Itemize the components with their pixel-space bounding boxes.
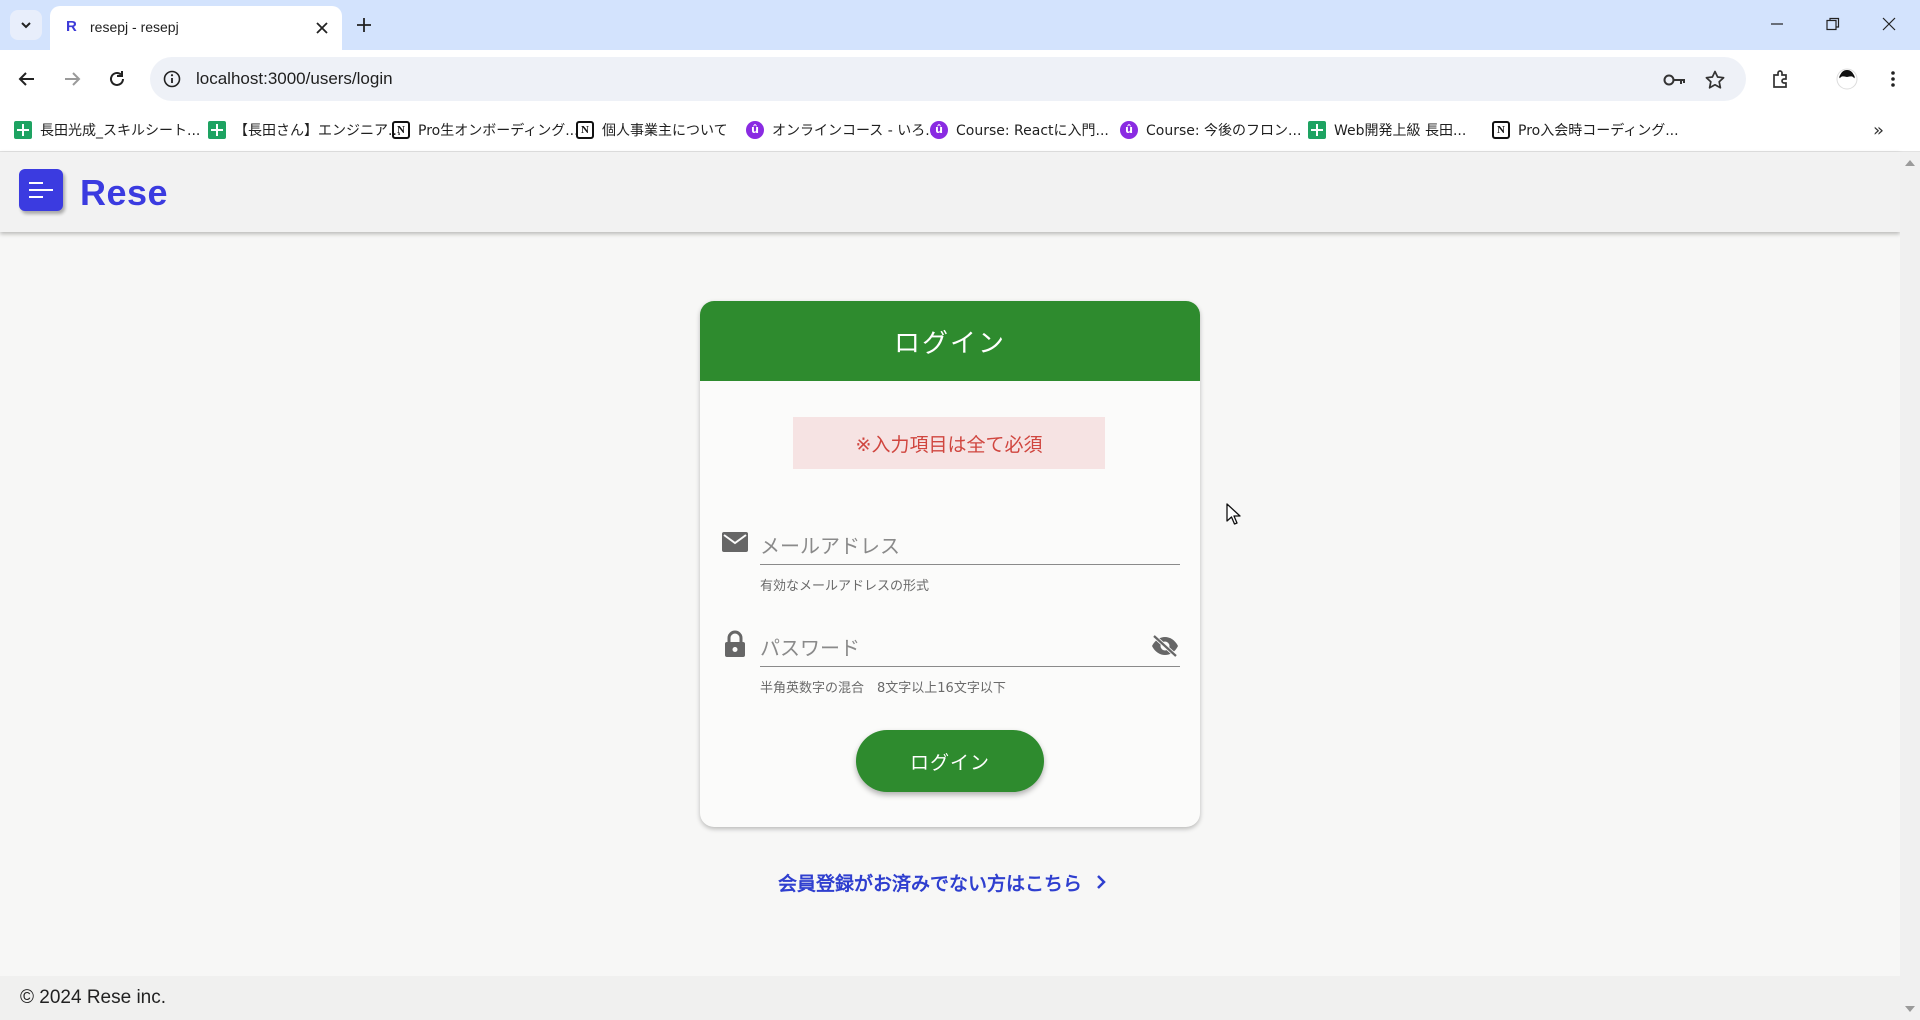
- notion-icon: N: [576, 121, 594, 139]
- password-key-icon[interactable]: [1662, 67, 1688, 93]
- avatar-icon: [1836, 68, 1858, 90]
- tab-close-button[interactable]: [312, 18, 332, 38]
- login-title: ログイン: [893, 328, 1006, 359]
- browser-tab-active[interactable]: R resepj - resepj: [50, 6, 342, 50]
- bookmark-label: Pro生オンボーディング...: [418, 123, 579, 139]
- more-vertical-icon: [1891, 71, 1895, 87]
- copyright-text: © 2024 Rese inc.: [20, 987, 167, 1008]
- browser-toolbar: localhost:3000/users/login: [0, 50, 1920, 108]
- bookmark-label: Course: 今後のフロン...: [1146, 123, 1302, 139]
- email-hint: 有効なメールアドレスの形式: [760, 579, 930, 594]
- site-info-icon[interactable]: [160, 67, 184, 91]
- bookmark-item[interactable]: 長田光成_スキルシート...: [14, 118, 200, 142]
- tab-search-button[interactable]: [10, 10, 42, 40]
- bookmark-item[interactable]: û Course: Reactに入門...: [930, 118, 1109, 142]
- app-header: Rese: [0, 152, 1900, 232]
- restore-icon: [1826, 17, 1840, 31]
- browser-tab-bar: R resepj - resepj: [0, 0, 1920, 50]
- toggle-password-visibility[interactable]: [1150, 631, 1180, 661]
- register-link-label: 会員登録がお済みでない方はこちら: [778, 872, 1083, 895]
- back-button[interactable]: [10, 62, 44, 96]
- brand-logo[interactable]: Rese: [80, 172, 168, 214]
- tab-title: resepj - resepj: [90, 19, 179, 35]
- app-footer: © 2024 Rese inc.: [0, 976, 1900, 1020]
- chevron-down-icon: [21, 22, 31, 29]
- bookmark-label: Course: Reactに入門...: [956, 123, 1109, 139]
- notion-icon: N: [1492, 121, 1510, 139]
- udemy-icon: û: [930, 121, 948, 139]
- close-icon: [316, 22, 328, 34]
- arrow-left-icon: [18, 72, 34, 86]
- bookmark-item[interactable]: û Course: 今後のフロン...: [1120, 118, 1301, 142]
- page-scrollbar[interactable]: [1900, 152, 1920, 1020]
- bookmarks-bar: 長田光成_スキルシート... 【長田さん】エンジニア... N Pro生オンボー…: [0, 108, 1920, 152]
- address-bar[interactable]: localhost:3000/users/login: [150, 57, 1746, 101]
- tab-favicon: R: [66, 18, 77, 35]
- udemy-icon: û: [746, 121, 764, 139]
- forward-button[interactable]: [55, 62, 89, 96]
- bookmark-label: Web開発上級 長田...: [1334, 123, 1467, 139]
- lock-icon: [720, 629, 750, 659]
- reload-icon: [110, 71, 124, 86]
- udemy-icon: û: [1120, 121, 1138, 139]
- bookmark-item[interactable]: N Pro生オンボーディング...: [392, 118, 579, 142]
- login-card: ログイン ※入力項目は全て必須 有効なメールアドレスの形式 半角英数字の混合 8…: [700, 301, 1200, 827]
- puzzle-icon: [1773, 70, 1787, 88]
- password-hint: 半角英数字の混合 8文字以上16文字以下: [760, 681, 1006, 696]
- bookmark-item[interactable]: 【長田さん】エンジニア...: [208, 118, 401, 142]
- profile-avatar[interactable]: [1830, 62, 1864, 96]
- browser-menu-button[interactable]: [1876, 62, 1910, 96]
- bookmark-label: 【長田さん】エンジニア...: [234, 123, 402, 139]
- required-fields-alert: ※入力項目は全て必須: [793, 417, 1105, 469]
- scroll-down-arrow-icon[interactable]: [1905, 1006, 1915, 1012]
- login-submit-button[interactable]: ログイン: [856, 730, 1044, 792]
- mouse-cursor-icon: [1226, 503, 1241, 525]
- eye-off-icon: [1152, 635, 1178, 657]
- bookmark-item[interactable]: N Pro入会時コーディング...: [1492, 118, 1679, 142]
- bookmark-item[interactable]: û オンラインコース - いろ...: [746, 118, 939, 142]
- bookmark-item[interactable]: N 個人事業主について: [576, 118, 728, 142]
- page-viewport: Rese ログイン ※入力項目は全て必須 有効なメールアドレスの形式 半角英数字…: [0, 152, 1900, 1020]
- reload-button[interactable]: [100, 62, 134, 96]
- bookmark-label: オンラインコース - いろ...: [772, 123, 939, 139]
- sheets-icon: [208, 121, 226, 139]
- password-field[interactable]: [760, 621, 1180, 667]
- bookmark-star-icon[interactable]: [1702, 67, 1728, 93]
- url-text[interactable]: localhost:3000/users/login: [196, 69, 393, 89]
- arrow-right-icon: [65, 72, 81, 86]
- menu-logo-icon[interactable]: [19, 169, 63, 211]
- plus-icon: [357, 18, 371, 32]
- login-card-header: ログイン: [700, 301, 1200, 381]
- bookmark-label: Pro入会時コーディング...: [1518, 123, 1679, 139]
- window-close-button[interactable]: [1866, 6, 1912, 42]
- email-field[interactable]: [760, 519, 1180, 565]
- bookmark-item[interactable]: Web開発上級 長田...: [1308, 118, 1466, 142]
- scroll-up-arrow-icon[interactable]: [1905, 160, 1915, 166]
- bookmark-label: 個人事業主について: [602, 123, 728, 139]
- sheets-icon: [14, 121, 32, 139]
- sheets-icon: [1308, 121, 1326, 139]
- extensions-button[interactable]: [1764, 62, 1798, 96]
- more-bookmarks-button[interactable]: »: [1873, 120, 1884, 141]
- new-tab-button[interactable]: [350, 11, 378, 39]
- close-icon: [1882, 17, 1896, 31]
- register-link[interactable]: 会員登録がお済みでない方はこちら: [778, 867, 1106, 897]
- bookmark-label: 長田光成_スキルシート...: [40, 123, 201, 139]
- notion-icon: N: [392, 121, 410, 139]
- restore-button[interactable]: [1810, 6, 1856, 42]
- mail-icon: [720, 527, 750, 557]
- minimize-button[interactable]: [1754, 6, 1800, 42]
- chevron-right-icon: [1096, 874, 1106, 890]
- minimize-icon: [1771, 23, 1783, 25]
